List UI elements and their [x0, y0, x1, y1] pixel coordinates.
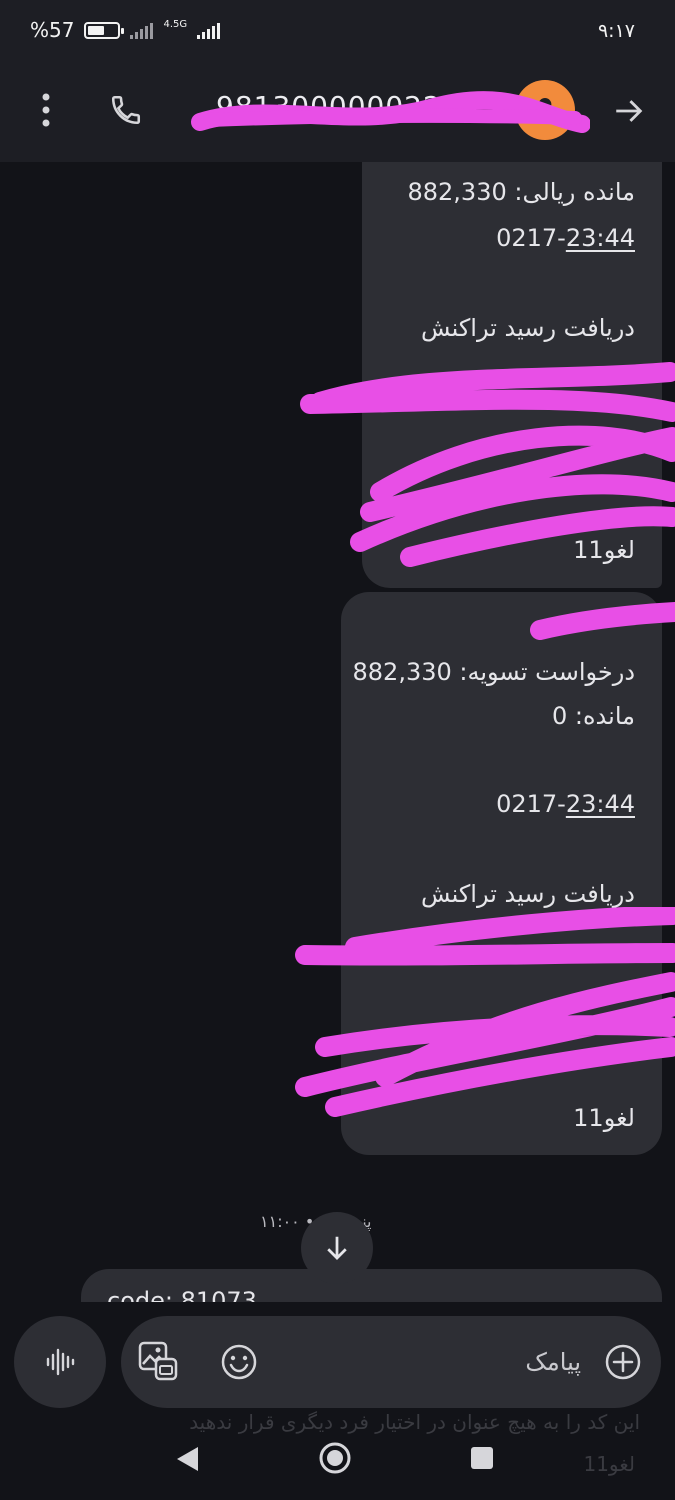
status-left: %57 4.5G	[30, 18, 221, 42]
status-bar: %57 4.5G ۹:۱۷	[0, 0, 675, 60]
avatar-icon	[532, 97, 558, 123]
cancel-code: لغو11	[573, 1104, 635, 1132]
avatar[interactable]	[515, 80, 575, 140]
voice-message-button[interactable]	[14, 1316, 106, 1408]
phone-icon	[111, 95, 141, 125]
network-type: 4.5G	[163, 18, 188, 30]
nav-home-button[interactable]	[317, 1440, 353, 1480]
message-input-bar	[121, 1316, 661, 1408]
cancel-code: لغو11	[573, 536, 635, 564]
message-line: درخواست تسویه: 882,330	[352, 658, 635, 686]
clock: ۹:۱۷	[597, 20, 635, 42]
arrow-forward-icon	[616, 100, 643, 122]
message-bubble[interactable]: درخواست تسویه: 882,330 مانده: 0 0217-23:…	[341, 592, 662, 1155]
arrow-down-icon	[327, 1236, 347, 1260]
attach-button[interactable]	[603, 1342, 643, 1382]
signal-icon	[130, 22, 154, 39]
more-options-button[interactable]	[26, 88, 66, 132]
signal-strong-icon	[197, 22, 221, 39]
conversation-header: 98130000002255	[0, 60, 675, 162]
message-line: مانده ریالی: 882,330	[407, 178, 635, 206]
timestamp-time[interactable]: 23:44	[566, 224, 635, 252]
home-icon	[319, 1442, 351, 1474]
message-thread[interactable]: مانده ریالی: 882,330 0217-23:44 دریافت ر…	[0, 162, 675, 1302]
message-input[interactable]	[291, 1342, 581, 1382]
message-line: مانده: 0	[551, 702, 635, 730]
incoming-message-text: code: 81073	[107, 1287, 257, 1302]
nav-back-button[interactable]	[174, 1444, 202, 1478]
plus-icon	[605, 1344, 641, 1380]
message-timestamp[interactable]: 0217-23:44	[496, 224, 635, 252]
battery-level	[88, 25, 105, 35]
scroll-to-bottom-button[interactable]	[301, 1212, 373, 1284]
recents-icon	[471, 1447, 493, 1469]
battery-percent: %57	[30, 18, 75, 42]
battery-icon	[84, 21, 125, 39]
gallery-button[interactable]	[137, 1340, 179, 1382]
contact-number[interactable]: 98130000002255	[216, 90, 479, 123]
message-timestamp: 0217-23:44	[496, 224, 635, 252]
forward-button[interactable]	[606, 88, 652, 134]
timestamp-time[interactable]: 23:44	[566, 790, 635, 818]
system-nav-bar	[0, 1426, 675, 1490]
message-bubble[interactable]: مانده ریالی: 882,330 0217-23:44 دریافت ر…	[362, 162, 662, 588]
back-icon	[177, 1447, 198, 1471]
receipt-link[interactable]: دریافت رسید تراکنش	[421, 314, 635, 342]
message-timestamp: 0217-23:44	[496, 790, 635, 818]
receipt-link[interactable]: دریافت رسید تراکنش	[421, 880, 635, 908]
emoji-button[interactable]	[219, 1342, 259, 1382]
call-button[interactable]	[102, 86, 150, 134]
nav-recents-button[interactable]	[470, 1446, 494, 1474]
voice-icon	[46, 1348, 75, 1376]
incoming-message-bubble[interactable]: code: 81073	[81, 1269, 662, 1302]
composer-area: این کد را به هیچ عنوان در اختیار فرد دیگ…	[0, 1302, 675, 1500]
message-timestamp[interactable]: 0217-23:44	[496, 790, 635, 818]
emoji-icon	[221, 1344, 257, 1380]
gallery-icon	[138, 1341, 178, 1381]
more-vert-icon	[42, 93, 50, 127]
